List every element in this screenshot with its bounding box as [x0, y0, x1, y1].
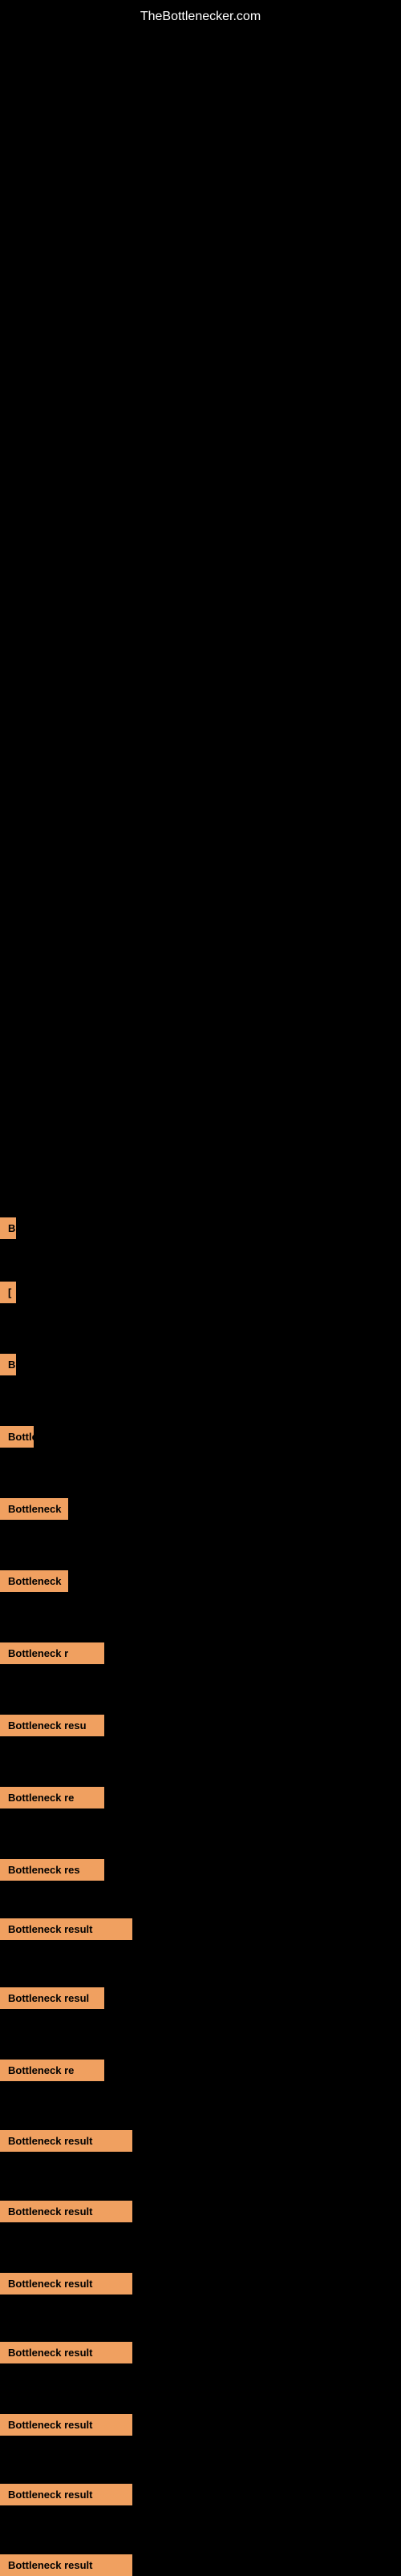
result-item: Bottleneck resul	[0, 1987, 104, 2009]
bottleneck-result-badge[interactable]: [	[0, 1282, 16, 1303]
bottleneck-result-badge[interactable]: Bottleneck res	[0, 1859, 104, 1881]
result-item: Bottleneck result	[0, 2554, 132, 2576]
bottleneck-result-badge[interactable]: B	[0, 1354, 16, 1375]
bottleneck-result-badge[interactable]: Bottleneck	[0, 1498, 68, 1520]
result-item: Bottleneck resu	[0, 1715, 104, 1736]
site-title: TheBottlenecker.com	[0, 0, 401, 30]
bottleneck-result-badge[interactable]: Bottleneck r	[0, 1642, 104, 1664]
result-item: Bottleneck r	[0, 1642, 104, 1664]
bottleneck-result-badge[interactable]: Bottleneck re	[0, 1787, 104, 1808]
result-item: Bottleneck res	[0, 1859, 104, 1881]
bottleneck-result-badge[interactable]: Bottleneck result	[0, 1918, 132, 1940]
result-item: Bottleneck result	[0, 2273, 132, 2295]
bottleneck-result-badge[interactable]: Bottleneck resul	[0, 1987, 104, 2009]
bottleneck-result-badge[interactable]: Bottle	[0, 1426, 34, 1448]
bottleneck-result-badge[interactable]: Bottleneck re	[0, 2060, 104, 2081]
bottleneck-result-badge[interactable]: Bottleneck result	[0, 2130, 132, 2152]
bottleneck-result-badge[interactable]: Bottleneck result	[0, 2342, 132, 2363]
result-item: Bottle	[0, 1426, 34, 1448]
result-item: Bottleneck re	[0, 1787, 104, 1808]
result-item: Bottleneck re	[0, 2060, 104, 2081]
bottleneck-result-badge[interactable]: Bottleneck resu	[0, 1715, 104, 1736]
result-item: B	[0, 1354, 16, 1375]
result-item: Bottleneck result	[0, 1918, 132, 1940]
bottleneck-result-badge[interactable]: Bottleneck result	[0, 2554, 132, 2576]
bottleneck-result-badge[interactable]: B	[0, 1217, 16, 1239]
result-item: Bottleneck result	[0, 2342, 132, 2363]
result-item: Bottleneck result	[0, 2484, 132, 2505]
result-item: Bottleneck result	[0, 2201, 132, 2222]
result-item: [	[0, 1282, 16, 1303]
result-item: B	[0, 1217, 16, 1239]
bottleneck-result-badge[interactable]: Bottleneck	[0, 1570, 68, 1592]
bottleneck-result-badge[interactable]: Bottleneck result	[0, 2484, 132, 2505]
result-item: Bottleneck	[0, 1570, 68, 1592]
result-item: Bottleneck result	[0, 2414, 132, 2436]
result-item: Bottleneck result	[0, 2130, 132, 2152]
bottleneck-result-badge[interactable]: Bottleneck result	[0, 2414, 132, 2436]
bottleneck-result-badge[interactable]: Bottleneck result	[0, 2273, 132, 2295]
bottleneck-result-badge[interactable]: Bottleneck result	[0, 2201, 132, 2222]
result-item: Bottleneck	[0, 1498, 68, 1520]
